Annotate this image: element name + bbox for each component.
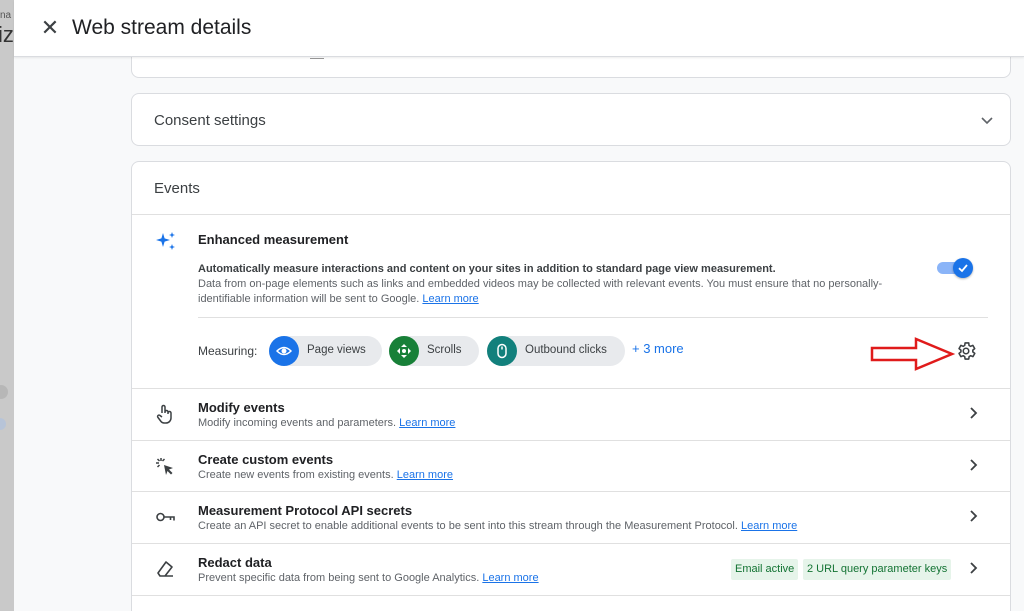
chevron-down-icon	[981, 117, 993, 125]
status-badge: Email active	[731, 559, 799, 580]
page-views-chip[interactable]: Page views	[269, 336, 382, 366]
check-icon	[958, 264, 968, 273]
background-dot	[0, 418, 6, 430]
modify-events-row[interactable]: Modify events Modify incoming events and…	[132, 388, 1010, 440]
row-desc-text: Modify incoming events and parameters.	[198, 417, 397, 429]
measuring-label: Measuring:	[198, 344, 258, 358]
sparkle-click-icon	[156, 458, 173, 475]
key-icon	[156, 512, 175, 522]
close-icon[interactable]: ✕	[38, 16, 62, 40]
redact-data-row[interactable]: Redact data Prevent specific data from b…	[132, 543, 1010, 595]
eye-icon	[269, 336, 299, 366]
mouse-icon	[487, 336, 517, 366]
enhanced-measurement-description: Data from on-page elements such as links…	[198, 277, 928, 307]
divider	[198, 317, 988, 318]
consent-settings-label: Consent settings	[154, 112, 266, 129]
toggle-knob	[953, 258, 973, 278]
status-badge: 2 URL query parameter keys	[803, 559, 952, 580]
learn-more-link[interactable]: Learn more	[422, 293, 478, 305]
row-description: Modify incoming events and parameters. L…	[198, 417, 455, 429]
scrolls-chip[interactable]: Scrolls	[389, 336, 479, 366]
measurement-protocol-secrets-row[interactable]: Measurement Protocol API secrets Create …	[132, 491, 1010, 543]
chevron-right-icon	[970, 459, 978, 471]
chip-label: Scrolls	[427, 344, 462, 356]
row-title: Create custom events	[198, 452, 334, 467]
drawer-header: ✕ Web stream details	[14, 0, 1024, 57]
row-description: Create new events from existing events. …	[198, 469, 453, 481]
events-section: Events Enhanced measurement Automaticall…	[131, 161, 1011, 611]
consent-settings-section[interactable]: Consent settings	[131, 93, 1011, 146]
chip-label: Outbound clicks	[525, 344, 607, 356]
enhanced-measurement-toggle[interactable]	[937, 258, 973, 278]
eraser-icon	[157, 561, 173, 577]
enhanced-measurement-desc-text: Data from on-page elements such as links…	[198, 278, 883, 305]
divider	[132, 214, 1010, 215]
touch-hand-icon	[156, 404, 172, 424]
create-custom-events-row[interactable]: Create custom events Create new events f…	[132, 440, 1010, 492]
enhanced-measurement-summary: Automatically measure interactions and c…	[198, 263, 776, 275]
more-measurements-link[interactable]: + 3 more	[632, 341, 684, 356]
learn-more-link[interactable]: Learn more	[482, 572, 538, 584]
sparkle-icon	[156, 232, 175, 250]
background-title-fragment: iz	[0, 22, 14, 47]
background-text-fragment: na	[0, 10, 12, 21]
chevron-right-icon	[970, 562, 978, 574]
page-title: Web stream details	[72, 16, 252, 39]
gear-icon[interactable]	[955, 340, 977, 362]
row-description: Prevent specific data from being sent to…	[198, 572, 539, 584]
row-desc-text: Prevent specific data from being sent to…	[198, 572, 480, 584]
row-title: Modify events	[198, 400, 285, 415]
row-desc-text: Create an API secret to enable additiona…	[198, 520, 738, 532]
chevron-right-icon	[970, 407, 978, 419]
enhanced-measurement-title: Enhanced measurement	[198, 232, 349, 247]
background-dot	[0, 385, 8, 399]
row-title: Measurement Protocol API secrets	[198, 503, 413, 518]
events-title: Events	[154, 180, 200, 197]
learn-more-link[interactable]: Learn more	[397, 469, 453, 481]
chip-label: Page views	[307, 344, 366, 356]
row-title: Redact data	[198, 555, 272, 570]
scroll-icon	[389, 336, 419, 366]
row-desc-text: Create new events from existing events.	[198, 469, 394, 481]
divider	[132, 595, 1010, 596]
learn-more-link[interactable]: Learn more	[741, 520, 797, 532]
red-arrow-annotation	[870, 337, 956, 371]
chevron-right-icon	[970, 510, 978, 522]
web-stream-details-drawer: ✕ Web stream details Consent settings Ev…	[14, 0, 1024, 611]
row-description: Create an API secret to enable additiona…	[198, 520, 797, 532]
background-page: na iz	[0, 0, 14, 611]
outbound-clicks-chip[interactable]: Outbound clicks	[487, 336, 625, 366]
learn-more-link[interactable]: Learn more	[399, 417, 455, 429]
